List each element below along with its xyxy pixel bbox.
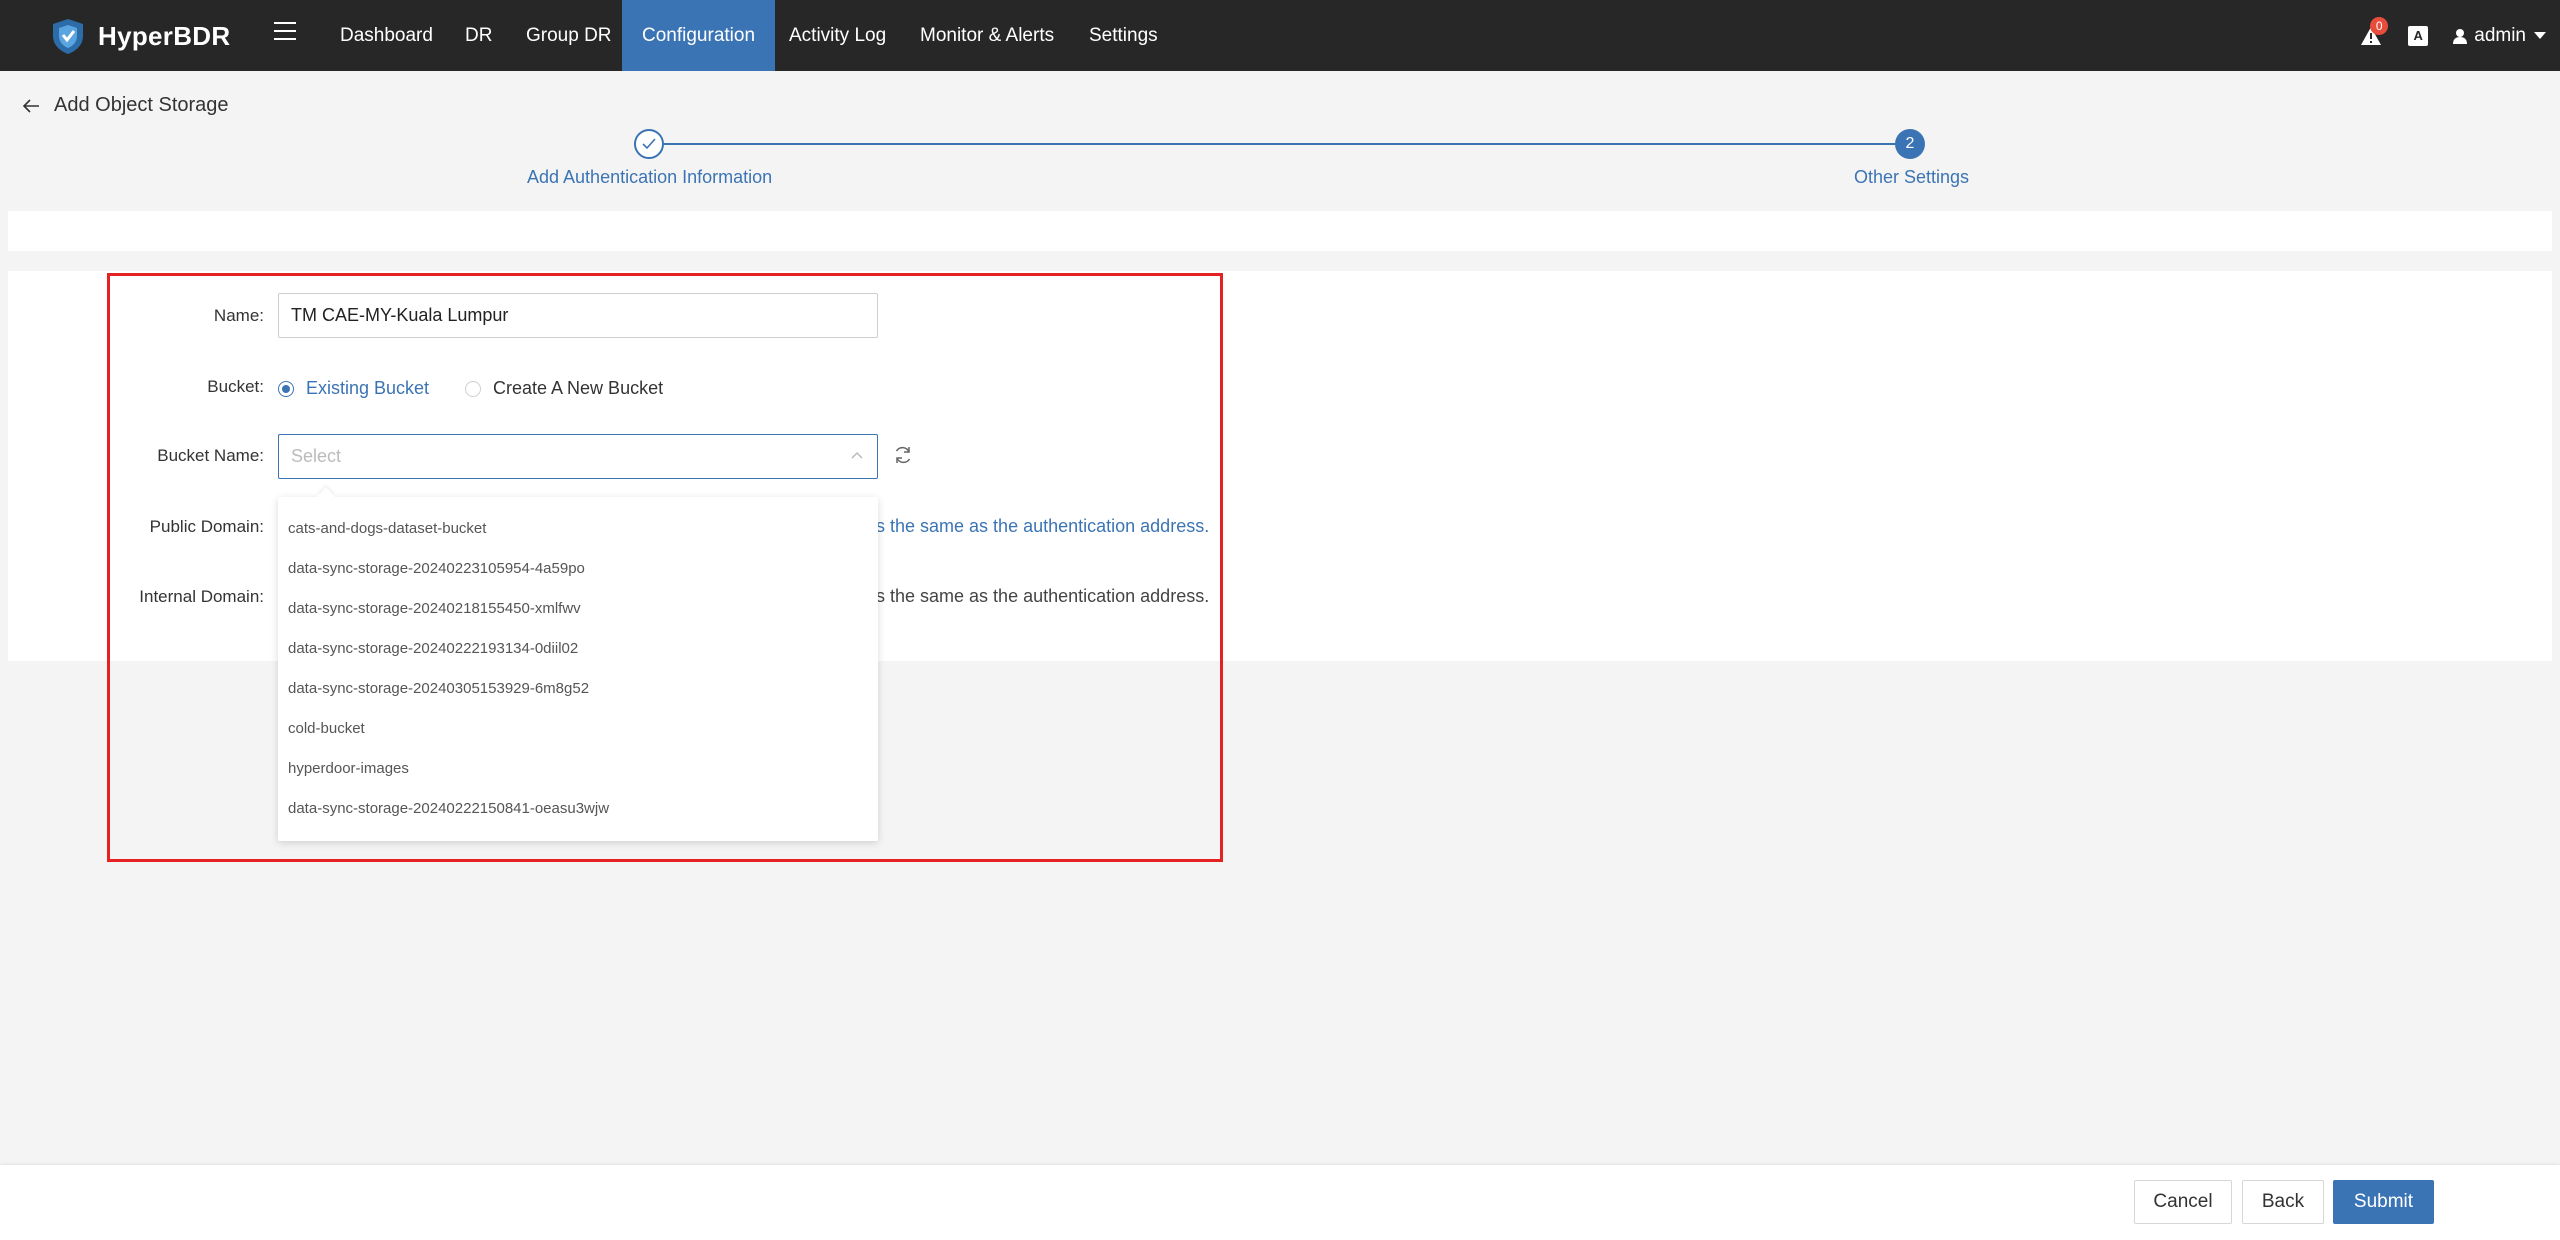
nav-dashboard[interactable]: Dashboard bbox=[320, 0, 453, 71]
nav-monitor-alerts[interactable]: Monitor & Alerts bbox=[900, 0, 1074, 71]
highlight-box bbox=[107, 273, 1223, 862]
user-icon bbox=[2453, 28, 2468, 44]
nav-settings[interactable]: Settings bbox=[1069, 0, 1178, 71]
nav-configuration[interactable]: Configuration bbox=[622, 0, 776, 71]
top-card bbox=[8, 211, 2552, 251]
alerts-button[interactable]: 0 bbox=[2360, 16, 2389, 47]
page-header: Add Object Storage bbox=[22, 94, 229, 117]
user-menu[interactable]: admin bbox=[2452, 25, 2546, 47]
shield-logo-icon bbox=[53, 19, 83, 54]
menu-toggle-icon[interactable] bbox=[274, 20, 296, 42]
steps-progress-line bbox=[650, 143, 1910, 145]
check-icon bbox=[642, 138, 656, 150]
nav-dr[interactable]: DR bbox=[445, 0, 512, 71]
chevron-down-icon bbox=[2534, 32, 2546, 39]
cancel-button[interactable]: Cancel bbox=[2134, 1180, 2232, 1224]
step-1-label: Add Authentication Information bbox=[527, 167, 773, 187]
user-name: admin bbox=[2474, 24, 2526, 46]
navbar-right: 0 A admin bbox=[2360, 0, 2546, 71]
nav-group-dr[interactable]: Group DR bbox=[506, 0, 632, 71]
page-title: Add Object Storage bbox=[54, 94, 229, 116]
top-navbar: HyperBDR Dashboard DR Group DR Configura… bbox=[0, 0, 2560, 71]
app-logo[interactable]: HyperBDR bbox=[48, 16, 230, 56]
alert-count-badge: 0 bbox=[2370, 16, 2389, 35]
language-icon[interactable]: A bbox=[2408, 25, 2429, 46]
step-2-indicator: 2 bbox=[1895, 129, 1925, 159]
nav-activity-log[interactable]: Activity Log bbox=[769, 0, 906, 71]
back-button[interactable]: Back bbox=[2242, 1180, 2324, 1224]
back-arrow-icon[interactable] bbox=[22, 98, 40, 114]
submit-button[interactable]: Submit bbox=[2333, 1180, 2434, 1224]
step-2-label: Other Settings bbox=[1854, 167, 1970, 187]
step-1-done-indicator bbox=[634, 129, 664, 159]
app-name: HyperBDR bbox=[98, 20, 231, 51]
